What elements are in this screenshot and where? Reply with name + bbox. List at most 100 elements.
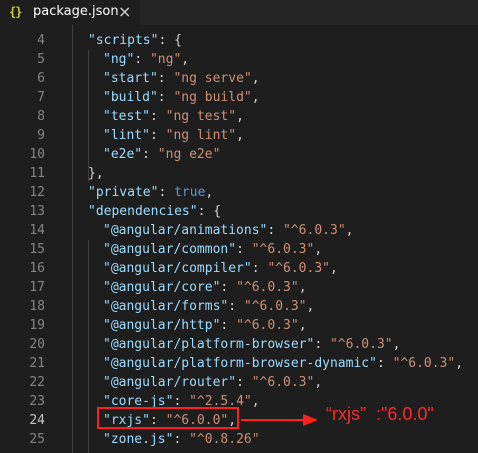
code-token: "@angular/common" <box>103 242 237 257</box>
tab-bar: {} package.json × <box>0 0 478 25</box>
code-token: "@angular/core" <box>103 280 221 295</box>
code-token: , <box>345 223 354 238</box>
line-number: 20 <box>29 337 45 352</box>
code-token: : { <box>197 204 222 219</box>
code-token: : <box>173 432 190 447</box>
code-token: : <box>134 52 150 67</box>
code-editor[interactable]: 4 "scripts": { 5 "ng": "ng", 6 "start": "ng s… <box>0 25 478 453</box>
line-number: 6 <box>37 71 45 86</box>
line-number: 16 <box>29 261 45 276</box>
line-number: 13 <box>29 204 45 219</box>
indent-guide <box>88 240 89 453</box>
code-text: "private": true, <box>88 183 213 202</box>
code-token: : <box>158 185 175 200</box>
code-token: : <box>220 318 237 333</box>
code-text: "@angular/platform-browser": "^6.0.3", <box>103 335 400 354</box>
code-token: "test" <box>103 109 150 124</box>
code-token: : <box>157 90 174 105</box>
code-token: "^6.0.3" <box>392 356 456 371</box>
code-token: , <box>181 52 190 67</box>
code-text: "@angular/core": "^6.0.3", <box>103 278 307 297</box>
code-text: "build": "ng build", <box>103 88 260 107</box>
code-token: "build" <box>103 90 158 105</box>
code-token: "zone.js" <box>103 432 174 447</box>
code-token: , <box>236 109 244 124</box>
line-number: 19 <box>29 318 45 333</box>
code-token: , <box>455 356 464 371</box>
code-token: "@angular/http" <box>103 318 221 333</box>
code-token: "^6.0.3" <box>251 375 315 390</box>
code-text: "@angular/platform-browser-dynamic": "^6… <box>103 354 463 373</box>
code-token: "@angular/forms" <box>103 299 229 314</box>
code-token: , <box>205 185 214 200</box>
code-token: : <box>220 280 237 295</box>
editor-window: {} package.json × 4 "scripts": { 5 "ng": "n… <box>0 0 478 453</box>
code-token: : <box>251 261 268 276</box>
code-text: "ng": "ng", <box>103 50 189 69</box>
close-icon[interactable]: × <box>118 2 131 21</box>
line-number: 12 <box>29 185 45 200</box>
code-token: , <box>298 318 307 333</box>
code-token: "ng serve" <box>173 71 252 86</box>
code-text: "start": "ng serve", <box>103 69 260 88</box>
code-token: : <box>314 337 330 352</box>
line-number: 10 <box>29 147 45 162</box>
code-token: "@angular/platform-browser-dynamic" <box>103 356 377 371</box>
json-file-icon: {} <box>9 5 22 19</box>
line-number: 22 <box>29 375 45 390</box>
code-text: }, <box>88 164 104 183</box>
line-number: 8 <box>37 109 45 124</box>
code-text: "e2e": "ng e2e" <box>103 145 220 164</box>
line-number: 11 <box>29 166 45 181</box>
line-number: 17 <box>29 280 45 295</box>
code-token: , <box>330 261 338 276</box>
indent-guide <box>88 50 89 182</box>
code-token: : <box>149 109 166 124</box>
code-token: : { <box>158 33 182 48</box>
code-token: , <box>298 280 307 295</box>
code-token: "ng lint" <box>165 128 237 143</box>
line-number: 4 <box>37 33 45 48</box>
code-token: "lint" <box>103 128 150 143</box>
code-token: : <box>267 223 284 238</box>
code-token: : <box>236 375 252 390</box>
code-text: "test": "ng test", <box>103 107 244 126</box>
code-token: , <box>251 394 260 409</box>
code-token: "e2e" <box>103 147 143 162</box>
code-token: "^6.0.3" <box>267 261 330 276</box>
line-number: 14 <box>29 223 45 238</box>
code-token: "@angular/compiler" <box>103 261 252 276</box>
code-token: "^6.0.3" <box>283 223 346 238</box>
line-number: 5 <box>37 52 45 67</box>
code-text: "scripts": { <box>88 31 182 50</box>
code-text: "lint": "ng lint", <box>103 126 244 145</box>
code-text: "@angular/common": "^6.0.3", <box>103 240 322 259</box>
code-token: "ng" <box>103 52 135 67</box>
line-number: 18 <box>29 299 45 314</box>
code-token: "@angular/router" <box>103 375 237 390</box>
code-token: "@angular/platform-browser" <box>103 337 315 352</box>
indent-guide <box>72 25 73 453</box>
line-number: 23 <box>29 394 45 409</box>
code-token: "start" <box>103 71 158 86</box>
code-token: , <box>314 375 323 390</box>
code-token: , <box>306 299 315 314</box>
tab-label: package.json <box>33 4 119 19</box>
line-number: 9 <box>37 128 45 143</box>
code-text: "dependencies": { <box>88 202 221 221</box>
line-number: 24 <box>29 413 45 428</box>
code-token: , <box>251 90 260 105</box>
highlight-box <box>97 407 239 429</box>
code-token: "^6.0.3" <box>251 242 315 257</box>
code-token: "^0.8.26" <box>189 432 260 447</box>
annotation-text: “rxjs” :"6.0.0" <box>326 404 434 424</box>
code-token: "ng build" <box>173 90 252 105</box>
code-token: "@angular/animations" <box>103 223 268 238</box>
code-text: "@angular/http": "^6.0.3", <box>103 316 307 335</box>
line-number: 25 <box>29 432 45 447</box>
line-number: 21 <box>29 356 45 371</box>
code-token: : <box>149 128 166 143</box>
tab-package-json[interactable]: {} package.json × <box>0 0 140 25</box>
code-text: "zone.js": "^0.8.26" <box>103 430 260 449</box>
code-token: : <box>142 147 158 162</box>
